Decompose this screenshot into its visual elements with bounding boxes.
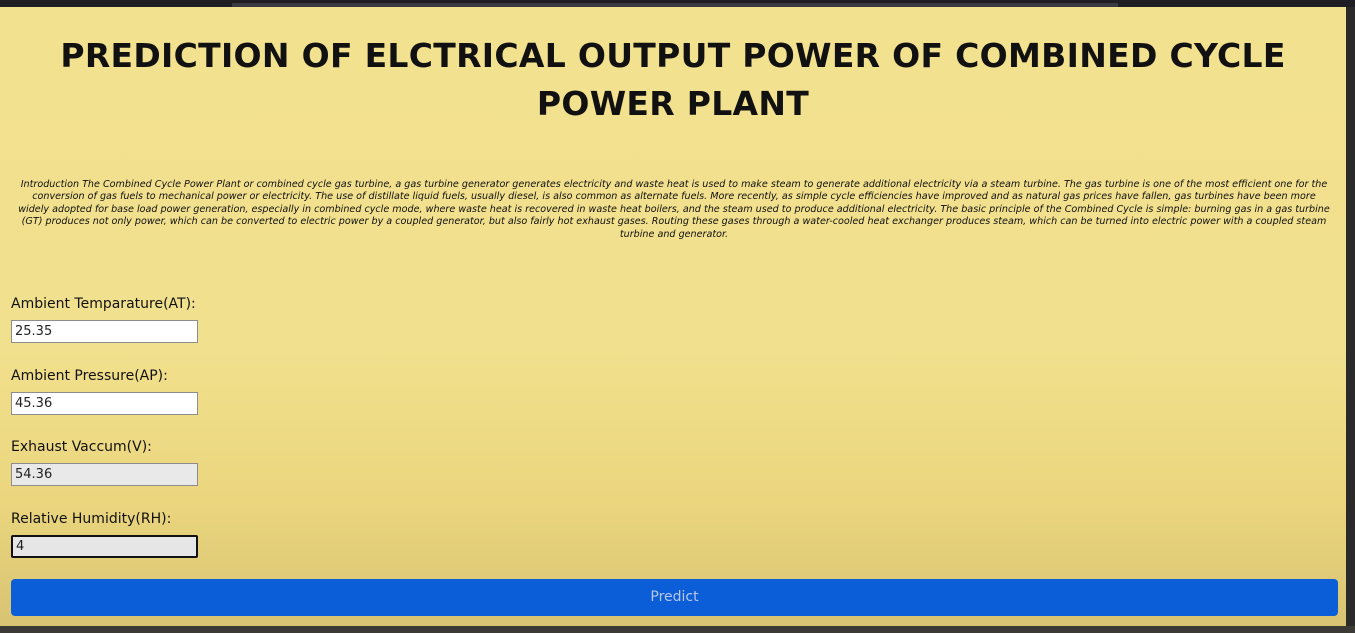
- ambient-temperature-label: Ambient Temparature(AT):: [11, 296, 196, 312]
- window-right-edge: [1346, 7, 1355, 633]
- ambient-pressure-label: Ambient Pressure(AP):: [11, 368, 168, 384]
- page-body: PREDICTION OF ELCTRICAL OUTPUT POWER OF …: [0, 7, 1346, 626]
- field-ambient-temperature: Ambient Temparature(AT):: [11, 295, 198, 343]
- page-title: PREDICTION OF ELCTRICAL OUTPUT POWER OF …: [60, 36, 1286, 123]
- field-ambient-pressure: Ambient Pressure(AP):: [11, 367, 198, 415]
- exhaust-vacuum-input[interactable]: [11, 463, 198, 486]
- field-exhaust-vacuum: Exhaust Vaccum(V):: [11, 438, 198, 486]
- exhaust-vacuum-label: Exhaust Vaccum(V):: [11, 439, 152, 455]
- ambient-temperature-input[interactable]: [11, 320, 198, 343]
- predict-button[interactable]: Predict: [11, 579, 1338, 616]
- ambient-pressure-input[interactable]: [11, 392, 198, 415]
- window-bottom-edge: [0, 626, 1355, 633]
- field-relative-humidity: Relative Humidity(RH):: [11, 510, 198, 558]
- relative-humidity-input[interactable]: [11, 535, 198, 558]
- browser-top-strip: [0, 0, 1355, 7]
- relative-humidity-label: Relative Humidity(RH):: [11, 511, 172, 527]
- intro-paragraph: Introduction The Combined Cycle Power Pl…: [18, 178, 1330, 240]
